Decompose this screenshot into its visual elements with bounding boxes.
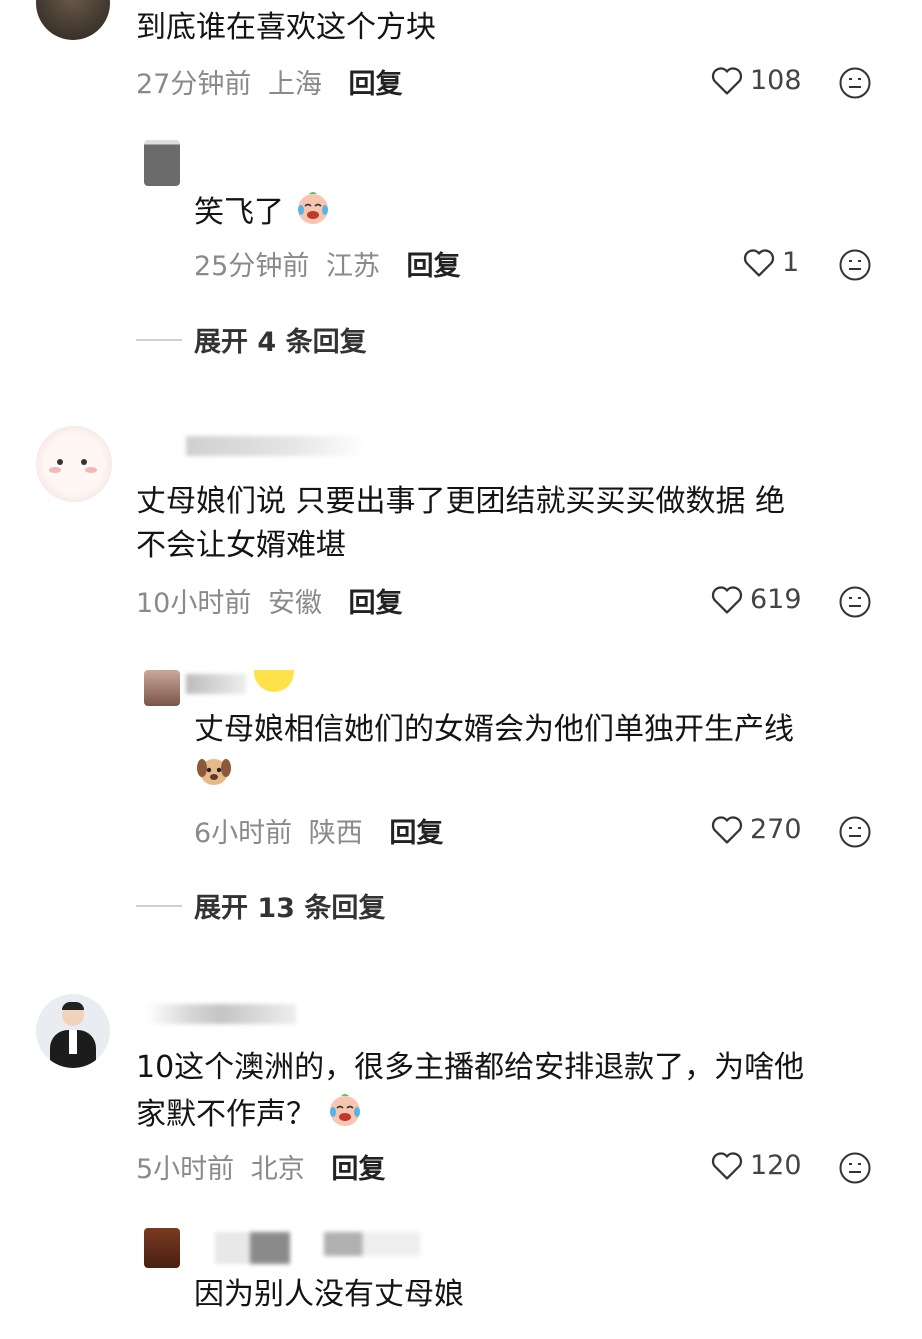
like-count: 108 (750, 64, 802, 96)
dislike-icon[interactable] (838, 66, 872, 100)
laughing-crying-emoji-icon (294, 188, 332, 239)
heart-icon (710, 64, 744, 96)
laughing-crying-emoji-icon (326, 1090, 364, 1141)
reply-text: 因为别人没有丈母娘 (194, 1277, 464, 1312)
reply-location: 陕西 (308, 818, 363, 849)
expand-replies-button[interactable]: 展开 13 条回复 (136, 886, 385, 925)
like-count: 1 (782, 246, 800, 278)
dog-emoji-icon (194, 752, 234, 803)
like-button[interactable]: 108 (710, 64, 802, 96)
like-button[interactable]: 120 (710, 1149, 802, 1181)
heart-icon (710, 1149, 744, 1181)
avatar[interactable] (36, 994, 110, 1068)
expand-replies-button[interactable]: 展开 4 条回复 (136, 320, 367, 359)
comment-location: 上海 (267, 69, 322, 100)
like-count: 270 (750, 813, 802, 845)
like-count: 619 (750, 583, 802, 615)
avatar[interactable] (144, 670, 180, 706)
reply-button[interactable]: 回复 (389, 818, 443, 849)
reply-meta: 6小时前 陕西 回复 (194, 811, 443, 850)
avatar[interactable] (36, 426, 112, 502)
expand-divider (136, 904, 182, 907)
username-blurred[interactable] (146, 1004, 296, 1024)
expand-divider (136, 338, 182, 341)
comment-text: 丈母娘们说 只要出事了更团结就买买买做数据 绝 不会让女婿难堪 (136, 484, 786, 563)
reply-button[interactable]: 回复 (331, 1154, 385, 1185)
comment-time: 10小时前 (136, 588, 252, 619)
reply-time: 6小时前 (194, 818, 293, 849)
comment-meta: 10小时前 安徽 回复 (136, 581, 403, 620)
expand-label: 展开 4 条回复 (194, 327, 367, 358)
like-button[interactable]: 619 (710, 583, 802, 615)
avatar[interactable] (36, 0, 110, 40)
like-button[interactable]: 1 (742, 246, 799, 278)
avatar[interactable] (144, 1228, 180, 1268)
comment-meta: 5小时前 北京 回复 (136, 1147, 385, 1186)
reply-button[interactable]: 回复 (407, 251, 461, 282)
heart-icon (710, 583, 744, 615)
reply-time: 25分钟前 (194, 251, 310, 282)
username-blurred[interactable] (324, 1232, 420, 1256)
dislike-icon[interactable] (838, 815, 872, 849)
like-count: 120 (750, 1149, 802, 1181)
dislike-icon[interactable] (838, 248, 872, 282)
reply-meta: 25分钟前 江苏 回复 (194, 244, 461, 283)
reply-text: 笑飞了 (194, 188, 332, 239)
username-badge-icon (254, 670, 294, 692)
comment-time: 27分钟前 (136, 69, 252, 100)
comment-text: 到底谁在喜欢这个方块 (136, 10, 436, 45)
heart-icon (710, 813, 744, 845)
heart-icon (742, 246, 776, 278)
reply-location: 江苏 (325, 251, 380, 282)
reply-button[interactable]: 回复 (349, 69, 403, 100)
like-button[interactable]: 270 (710, 813, 802, 845)
avatar[interactable] (144, 140, 180, 186)
dislike-icon[interactable] (838, 585, 872, 619)
comment-location: 北京 (250, 1154, 305, 1185)
username-blurred[interactable] (190, 1232, 290, 1264)
reply-button[interactable]: 回复 (349, 588, 403, 619)
comment-text: 10这个澳洲的，很多主播都给安排退款了，为啥他 家默不作声？ (136, 1046, 804, 1141)
comment-meta: 27分钟前 上海 回复 (136, 62, 403, 101)
reply-text: 丈母娘相信她们的女婿会为他们单独开生产线 (194, 708, 794, 803)
dislike-icon[interactable] (838, 1151, 872, 1185)
username-blurred[interactable] (186, 436, 366, 456)
comment-time: 5小时前 (136, 1154, 235, 1185)
comment-location: 安徽 (267, 588, 322, 619)
expand-label: 展开 13 条回复 (194, 893, 386, 924)
username-blurred[interactable] (186, 674, 246, 694)
